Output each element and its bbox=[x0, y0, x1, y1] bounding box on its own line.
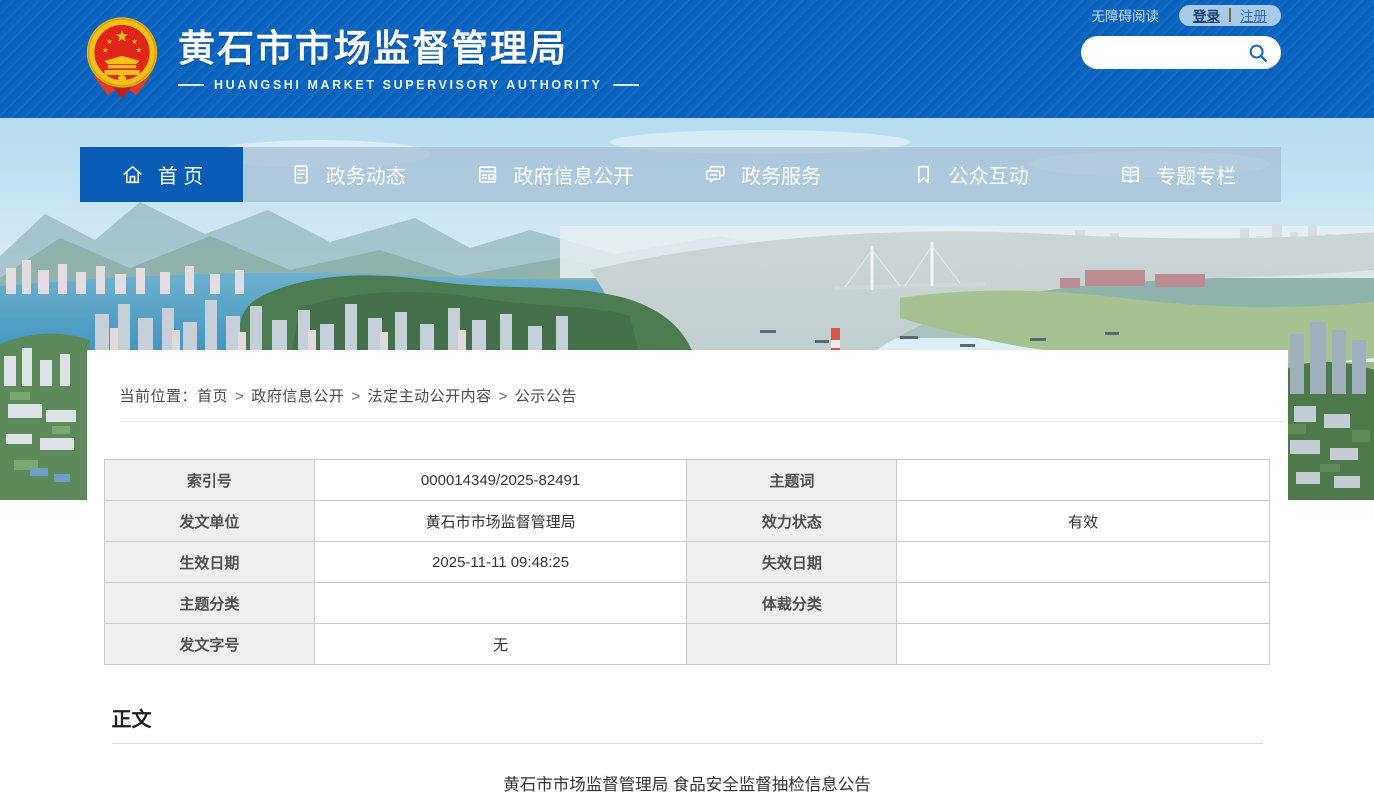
breadcrumb-divider bbox=[120, 421, 1285, 422]
auth-separator bbox=[1229, 8, 1231, 22]
meta-value-validity-status: 有效 bbox=[897, 501, 1270, 542]
subtitle-dash-right bbox=[613, 84, 639, 86]
nav-item-topics[interactable]: 专题专栏 bbox=[1073, 147, 1281, 202]
meta-label-genre-category: 体裁分类 bbox=[687, 583, 897, 624]
table-row: 索引号 000014349/2025-82491 主题词 bbox=[105, 460, 1270, 501]
site-subtitle: HUANGSHI MARKET SUPERVISORY AUTHORITY bbox=[214, 78, 603, 92]
document-meta-table: 索引号 000014349/2025-82491 主题词 发文单位 黄石市市场监… bbox=[104, 459, 1270, 665]
meta-value-subject-words bbox=[897, 460, 1270, 501]
nav-item-label: 公众互动 bbox=[949, 160, 1029, 189]
meta-label-subject-category: 主题分类 bbox=[105, 583, 315, 624]
meta-value-effective-date: 2025-11-11 09:48:25 bbox=[314, 542, 687, 583]
site-header: ★ ★ ★ ★ ★ 黄石市市场监督管理局 HUANGSHI MARKET SUP… bbox=[0, 0, 1374, 118]
header-top-links: 无障碍阅读 登录 注册 bbox=[1092, 4, 1282, 26]
meta-label-validity-status: 效力状态 bbox=[687, 501, 897, 542]
site-logo[interactable]: ★ ★ ★ ★ ★ 黄石市市场监督管理局 HUANGSHI MARKET SUP… bbox=[80, 14, 639, 106]
breadcrumb-current-notices: 公示公告 bbox=[515, 388, 577, 405]
brand-text: 黄石市市场监督管理局 HUANGSHI MARKET SUPERVISORY A… bbox=[178, 28, 639, 92]
meta-value-issuing-unit: 黄石市市场监督管理局 bbox=[314, 501, 687, 542]
meta-label-subject-words: 主题词 bbox=[687, 460, 897, 501]
home-icon bbox=[120, 162, 145, 187]
bookmark-icon bbox=[911, 162, 936, 187]
news-icon bbox=[288, 162, 313, 187]
table-row: 生效日期 2025-11-11 09:48:25 失效日期 bbox=[105, 542, 1270, 583]
meta-label-document-number: 发文字号 bbox=[105, 624, 315, 665]
svg-text:★: ★ bbox=[115, 29, 129, 46]
breadcrumb-statutory-content[interactable]: 法定主动公开内容 bbox=[368, 388, 492, 405]
table-row: 发文字号 无 bbox=[105, 624, 1270, 665]
register-link[interactable]: 注册 bbox=[1240, 5, 1267, 25]
search-icon[interactable] bbox=[1245, 40, 1271, 66]
breadcrumb: 当前位置：首页 > 政府信息公开 > 法定主动公开内容 > 公示公告 bbox=[120, 385, 1278, 406]
content-card: 当前位置：首页 > 政府信息公开 > 法定主动公开内容 > 公示公告 索引号 0000143… bbox=[87, 350, 1288, 808]
svg-text:★: ★ bbox=[102, 45, 109, 54]
site-search bbox=[1081, 36, 1281, 69]
nav-item-services[interactable]: 政务服务 bbox=[658, 147, 866, 202]
subtitle-dash-left bbox=[178, 84, 204, 86]
nav-item-home[interactable]: 首 页 bbox=[80, 147, 243, 202]
article-section-heading: 正文 bbox=[112, 703, 1263, 744]
nav-item-label: 政务动态 bbox=[326, 160, 406, 189]
table-row: 发文单位 黄石市市场监督管理局 效力状态 有效 bbox=[105, 501, 1270, 542]
search-input[interactable] bbox=[1097, 45, 1245, 61]
meta-value-index-number: 000014349/2025-82491 bbox=[314, 460, 687, 501]
main-nav: 首 页 政务动态 政府信息公开 政务服务 bbox=[80, 147, 1281, 202]
breadcrumb-separator: > bbox=[351, 388, 360, 405]
meta-value-empty bbox=[897, 624, 1270, 665]
accessibility-link[interactable]: 无障碍阅读 bbox=[1092, 5, 1160, 25]
meta-value-subject-category bbox=[314, 583, 687, 624]
site-title: 黄石市市场监督管理局 bbox=[178, 28, 639, 71]
breadcrumb-separator: > bbox=[499, 388, 508, 405]
nav-item-label: 政府信息公开 bbox=[513, 160, 633, 189]
meta-label-index-number: 索引号 bbox=[105, 460, 315, 501]
site-subtitle-row: HUANGSHI MARKET SUPERVISORY AUTHORITY bbox=[178, 78, 639, 92]
meta-label-empty bbox=[687, 624, 897, 665]
breadcrumb-home[interactable]: 首页 bbox=[197, 388, 228, 405]
meta-value-document-number: 无 bbox=[314, 624, 687, 665]
breadcrumb-info-disclosure[interactable]: 政府信息公开 bbox=[251, 388, 344, 405]
info-disclosure-icon bbox=[475, 162, 500, 187]
article-title: 黄石市市场监督管理局 食品安全监督抽检信息公告 bbox=[87, 771, 1288, 795]
open-book-icon bbox=[1118, 162, 1143, 187]
nav-item-label: 政务服务 bbox=[741, 160, 821, 189]
svg-text:★: ★ bbox=[135, 45, 142, 54]
nav-item-news[interactable]: 政务动态 bbox=[243, 147, 451, 202]
breadcrumb-separator: > bbox=[235, 388, 244, 405]
login-link[interactable]: 登录 bbox=[1193, 5, 1220, 25]
meta-label-effective-date: 生效日期 bbox=[105, 542, 315, 583]
meta-value-expiry-date bbox=[897, 542, 1270, 583]
table-row: 主题分类 体裁分类 bbox=[105, 583, 1270, 624]
meta-label-expiry-date: 失效日期 bbox=[687, 542, 897, 583]
national-emblem-icon: ★ ★ ★ ★ ★ bbox=[80, 14, 164, 106]
breadcrumb-prefix: 当前位置： bbox=[120, 388, 198, 405]
nav-item-label: 首 页 bbox=[158, 160, 204, 189]
meta-value-genre-category bbox=[897, 583, 1270, 624]
auth-badge: 登录 注册 bbox=[1179, 5, 1281, 26]
meta-label-issuing-unit: 发文单位 bbox=[105, 501, 315, 542]
nav-item-info-disclosure[interactable]: 政府信息公开 bbox=[451, 147, 659, 202]
nav-item-label: 专题专栏 bbox=[1156, 160, 1236, 189]
service-chat-icon bbox=[703, 162, 728, 187]
nav-item-interaction[interactable]: 公众互动 bbox=[866, 147, 1074, 202]
